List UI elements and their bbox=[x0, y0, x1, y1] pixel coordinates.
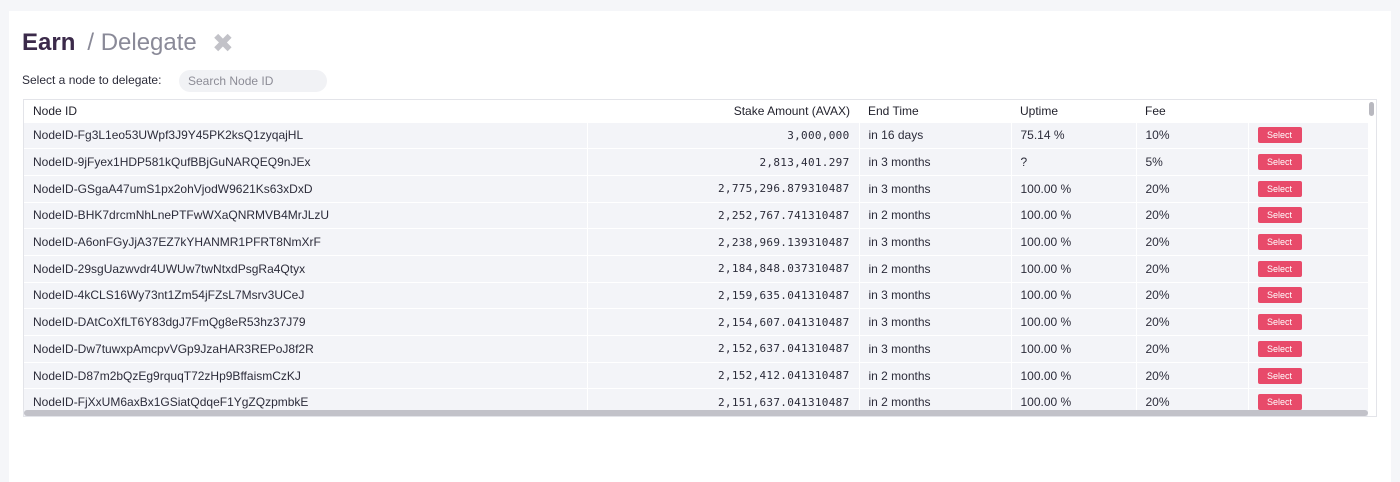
action-cell: Select bbox=[1248, 335, 1369, 363]
node-table-container[interactable]: Node ID Stake Amount (AVAX) End Time Upt… bbox=[23, 99, 1377, 417]
node-id-cell: NodeID-Dw7tuwxpAmcpvVGp9JzaHAR3REPoJ8f2R bbox=[24, 335, 588, 363]
column-header-fee[interactable]: Fee bbox=[1136, 100, 1248, 122]
node-id-cell: NodeID-BHK7drcmNhLnePTFwWXaQNRMVB4MrJLzU bbox=[24, 201, 588, 229]
uptime-cell: ? bbox=[1011, 148, 1137, 176]
table-row: NodeID-Fg3L1eo53UWpf3J9Y45PK2ksQ1zyqajHL… bbox=[24, 121, 1369, 149]
horizontal-scrollbar[interactable] bbox=[24, 410, 1368, 416]
table-row: NodeID-DAtCoXfLT6Y83dgJ7FmQg8eR53hz37J79… bbox=[24, 308, 1369, 336]
select-node-button[interactable]: Select bbox=[1257, 367, 1302, 384]
node-table: Node ID Stake Amount (AVAX) End Time Upt… bbox=[24, 100, 1369, 416]
table-row: NodeID-Dw7tuwxpAmcpvVGp9JzaHAR3REPoJ8f2R… bbox=[24, 335, 1369, 363]
stake-amount-cell: 2,152,637.041310487 bbox=[587, 335, 860, 363]
select-node-button[interactable]: Select bbox=[1257, 234, 1302, 251]
close-icon[interactable]: ✖ bbox=[212, 30, 234, 56]
stake-amount-cell: 2,154,607.041310487 bbox=[587, 308, 860, 336]
stake-amount-cell: 2,775,296.879310487 bbox=[587, 174, 860, 203]
table-header-row: Node ID Stake Amount (AVAX) End Time Upt… bbox=[24, 100, 1368, 122]
fee-cell: 20% bbox=[1136, 361, 1249, 389]
stake-amount-cell: 2,159,635.041310487 bbox=[587, 281, 860, 309]
end-time-cell: in 2 months bbox=[859, 201, 1012, 229]
action-cell: Select bbox=[1248, 174, 1369, 203]
search-label: Select a node to delegate: bbox=[22, 73, 162, 87]
select-node-button[interactable]: Select bbox=[1257, 127, 1302, 144]
uptime-cell: 100.00 % bbox=[1011, 254, 1137, 283]
stake-amount-cell: 2,813,401.297 bbox=[587, 148, 860, 176]
end-time-cell: in 3 months bbox=[859, 174, 1012, 203]
action-cell: Select bbox=[1248, 361, 1369, 389]
node-id-cell: NodeID-D87m2bQzEg9rquqT72zHp9BffaismCzKJ bbox=[24, 361, 588, 389]
node-id-cell: NodeID-29sgUazwvdr4UWUw7twNtxdPsgRa4Qtyx bbox=[24, 254, 588, 283]
table-row: NodeID-GSgaA47umS1px2ohVjodW9621Ks63xDxD… bbox=[24, 174, 1369, 203]
table-row: NodeID-D87m2bQzEg9rquqT72zHp9BffaismCzKJ… bbox=[24, 361, 1369, 389]
title-delegate: / Delegate bbox=[87, 29, 197, 56]
page-title: Earn / Delegate bbox=[22, 29, 197, 57]
action-cell: Select bbox=[1248, 308, 1369, 336]
table-row: NodeID-4kCLS16Wy73nt1Zm54jFZsL7Msrv3UCeJ… bbox=[24, 281, 1369, 309]
select-node-button[interactable]: Select bbox=[1257, 394, 1302, 411]
select-node-button[interactable]: Select bbox=[1257, 180, 1302, 197]
fee-cell: 20% bbox=[1136, 335, 1249, 363]
end-time-cell: in 3 months bbox=[859, 281, 1012, 309]
end-time-cell: in 3 months bbox=[859, 335, 1012, 363]
uptime-cell: 100.00 % bbox=[1011, 281, 1137, 309]
end-time-cell: in 3 months bbox=[859, 148, 1012, 176]
column-header-uptime[interactable]: Uptime bbox=[1011, 100, 1136, 122]
delegate-panel: Earn / Delegate ✖ Select a node to deleg… bbox=[9, 11, 1391, 482]
uptime-cell: 75.14 % bbox=[1011, 121, 1137, 149]
search-input[interactable] bbox=[179, 70, 327, 92]
node-id-cell: NodeID-A6onFGyJjA37EZ7kYHANMR1PFRT8NmXrF bbox=[24, 228, 588, 256]
select-node-button[interactable]: Select bbox=[1257, 207, 1302, 224]
fee-cell: 20% bbox=[1136, 201, 1249, 229]
select-node-button[interactable]: Select bbox=[1257, 154, 1302, 171]
uptime-cell: 100.00 % bbox=[1011, 308, 1137, 336]
fee-cell: 20% bbox=[1136, 228, 1249, 256]
table-row: NodeID-9jFyex1HDP581kQufBBjGuNARQEQ9nJEx… bbox=[24, 148, 1369, 176]
title-earn[interactable]: Earn bbox=[22, 29, 75, 57]
select-node-button[interactable]: Select bbox=[1257, 314, 1302, 331]
node-id-cell: NodeID-Fg3L1eo53UWpf3J9Y45PK2ksQ1zyqajHL bbox=[24, 121, 588, 149]
action-cell: Select bbox=[1248, 228, 1369, 256]
action-cell: Select bbox=[1248, 254, 1369, 283]
table-row: NodeID-29sgUazwvdr4UWUw7twNtxdPsgRa4Qtyx… bbox=[24, 254, 1369, 283]
fee-cell: 5% bbox=[1136, 148, 1249, 176]
stake-amount-cell: 2,152,412.041310487 bbox=[587, 361, 860, 389]
stake-amount-cell: 2,252,767.741310487 bbox=[587, 201, 860, 229]
select-node-button[interactable]: Select bbox=[1257, 340, 1302, 357]
vertical-scrollbar[interactable] bbox=[1369, 102, 1374, 116]
fee-cell: 10% bbox=[1136, 121, 1249, 149]
node-id-cell: NodeID-4kCLS16Wy73nt1Zm54jFZsL7Msrv3UCeJ bbox=[24, 281, 588, 309]
stake-amount-cell: 2,238,969.139310487 bbox=[587, 228, 860, 256]
select-node-button[interactable]: Select bbox=[1257, 287, 1302, 304]
node-id-cell: NodeID-9jFyex1HDP581kQufBBjGuNARQEQ9nJEx bbox=[24, 148, 588, 176]
uptime-cell: 100.00 % bbox=[1011, 361, 1137, 389]
end-time-cell: in 16 days bbox=[859, 121, 1012, 149]
fee-cell: 20% bbox=[1136, 174, 1249, 203]
uptime-cell: 100.00 % bbox=[1011, 174, 1137, 203]
uptime-cell: 100.00 % bbox=[1011, 228, 1137, 256]
action-cell: Select bbox=[1248, 281, 1369, 309]
stake-amount-cell: 2,184,848.037310487 bbox=[587, 254, 860, 283]
column-header-end-time[interactable]: End Time bbox=[859, 100, 1011, 122]
end-time-cell: in 2 months bbox=[859, 254, 1012, 283]
end-time-cell: in 3 months bbox=[859, 308, 1012, 336]
table-row: NodeID-BHK7drcmNhLnePTFwWXaQNRMVB4MrJLzU… bbox=[24, 201, 1369, 229]
uptime-cell: 100.00 % bbox=[1011, 335, 1137, 363]
select-node-button[interactable]: Select bbox=[1257, 260, 1302, 277]
node-id-cell: NodeID-GSgaA47umS1px2ohVjodW9621Ks63xDxD bbox=[24, 174, 588, 203]
fee-cell: 20% bbox=[1136, 281, 1249, 309]
table-row: NodeID-A6onFGyJjA37EZ7kYHANMR1PFRT8NmXrF… bbox=[24, 228, 1369, 256]
uptime-cell: 100.00 % bbox=[1011, 201, 1137, 229]
column-header-stake[interactable]: Stake Amount (AVAX) bbox=[587, 100, 859, 122]
end-time-cell: in 2 months bbox=[859, 361, 1012, 389]
column-header-node-id[interactable]: Node ID bbox=[24, 100, 587, 122]
action-cell: Select bbox=[1248, 148, 1369, 176]
end-time-cell: in 3 months bbox=[859, 228, 1012, 256]
node-id-cell: NodeID-DAtCoXfLT6Y83dgJ7FmQg8eR53hz37J79 bbox=[24, 308, 588, 336]
action-cell: Select bbox=[1248, 201, 1369, 229]
stake-amount-cell: 3,000,000 bbox=[587, 121, 860, 149]
column-header-action bbox=[1248, 100, 1368, 122]
fee-cell: 20% bbox=[1136, 254, 1249, 283]
fee-cell: 20% bbox=[1136, 308, 1249, 336]
action-cell: Select bbox=[1248, 121, 1369, 149]
